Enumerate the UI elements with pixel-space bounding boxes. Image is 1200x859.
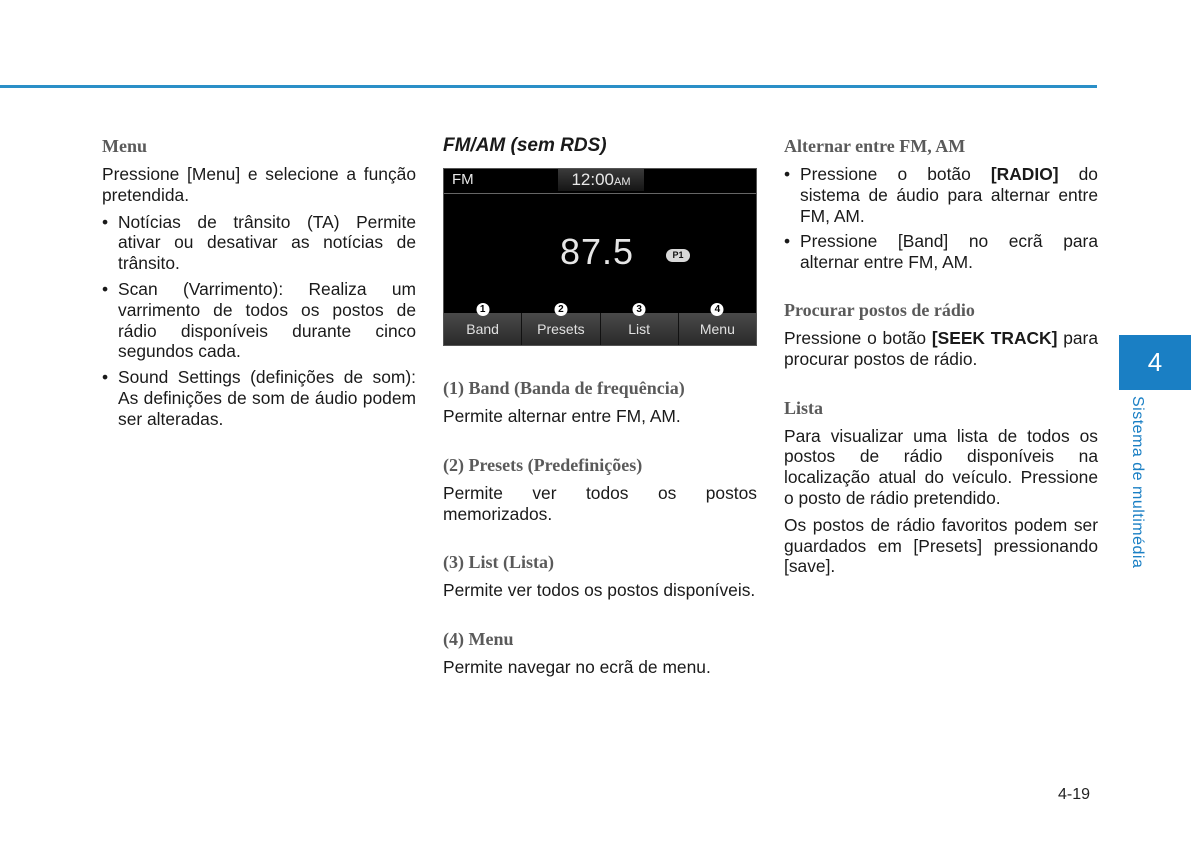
menu-heading: Menu	[102, 136, 147, 156]
switch-band-bullets: Pressione o botão [RADIO] do sistema de …	[784, 164, 1098, 273]
bullet-band-screen: Pressione [Band] no ecrã para alternar e…	[784, 231, 1098, 273]
list-text-1: Para visualizar uma lista de todos os po…	[784, 425, 1098, 508]
band-section-heading: (1) Band (Banda de frequência)	[443, 378, 685, 398]
callout-2: 2	[554, 303, 568, 316]
text: Pressione o botão	[784, 327, 932, 348]
softkey-label: Menu	[699, 321, 735, 337]
softkey-presets[interactable]: 2 Presets	[522, 303, 601, 345]
list-heading: Lista	[784, 397, 824, 418]
menu-section-text: Permite navegar no ecrã de menu.	[443, 657, 711, 678]
menu-bullets: Notícias de trânsito (TA) Permite ativar…	[102, 212, 416, 430]
band-section-text: Permite alternar entre FM, AM.	[443, 406, 681, 426]
clock-time: 12:00	[571, 170, 615, 189]
bullet-radio-button: Pressione o botão [RADIO] do sistema de …	[784, 164, 1098, 226]
menu-intro: Pressione [Menu] e selecione a função pr…	[102, 164, 416, 205]
callout-1: 1	[476, 303, 490, 316]
clock-ampm: AM	[614, 176, 631, 188]
text: Pressione o botão	[800, 164, 991, 184]
bullet-scan: Scan (Varrimento): Realiza um varrimento…	[102, 279, 416, 362]
radio-button-ref: [RADIO]	[990, 164, 1059, 184]
list-section-heading: (3) List (Lista)	[443, 552, 554, 573]
seek-heading: Procurar postos de rádio	[784, 299, 975, 320]
list-text-2: Os postos de rádio favoritos podem ser g…	[784, 514, 1098, 577]
column-right: Alternar entre FM, AM Pressione o botão …	[784, 134, 1098, 583]
chapter-title: Sistema de multimédia	[1129, 396, 1146, 569]
clock: 12:00AM	[558, 169, 644, 191]
softkey-menu[interactable]: 4 Menu	[678, 303, 756, 345]
callout-3: 3	[632, 303, 646, 316]
column-middle: FM/AM (sem RDS) FM 12:00AM 87.5 P1 1 Ban…	[443, 134, 757, 684]
softkey-label: Presets	[537, 321, 585, 337]
bullet-traffic-news: Notícias de trânsito (TA) Permite ativar…	[102, 212, 416, 274]
softkey-label: List	[628, 321, 651, 337]
header-rule	[0, 85, 1097, 88]
softkey-bar: 1 Band 2 Presets 3 List 4 Menu	[444, 303, 756, 345]
softkey-label: Band	[466, 321, 499, 337]
preset-badge: P1	[666, 249, 690, 262]
softkey-band[interactable]: 1 Band	[444, 303, 523, 345]
seek-text: Pressione o botão [SEEK TRACK] para proc…	[784, 328, 1098, 370]
page-number: 4-19	[1058, 786, 1091, 803]
menu-section-heading: (4) Menu	[443, 629, 514, 650]
switch-band-heading: Alternar entre FM, AM	[784, 136, 966, 156]
presets-section-text: Permite ver todos os postos memorizados.	[443, 482, 757, 524]
bullet-sound-settings: Sound Settings (definições de som): As d…	[102, 367, 416, 429]
radio-screen: FM 12:00AM 87.5 P1 1 Band 2 Presets 3 Li…	[443, 168, 757, 346]
softkey-list[interactable]: 3 List	[600, 303, 679, 345]
callout-4: 4	[710, 303, 724, 316]
band-label: FM	[452, 171, 474, 188]
frequency-display: 87.5	[560, 231, 635, 272]
presets-section-heading: (2) Presets (Predefinições)	[443, 454, 643, 475]
seek-track-button-ref: [SEEK TRACK]	[931, 327, 1058, 348]
screen-status-bar: FM 12:00AM	[444, 169, 756, 194]
column-left: Menu Pressione [Menu] e selecione a funç…	[102, 134, 416, 435]
chapter-number-tab: 4	[1119, 335, 1191, 390]
fm-am-heading: FM/AM (sem RDS)	[443, 135, 607, 156]
list-section-text: Permite ver todos os postos disponíveis.	[443, 580, 756, 601]
